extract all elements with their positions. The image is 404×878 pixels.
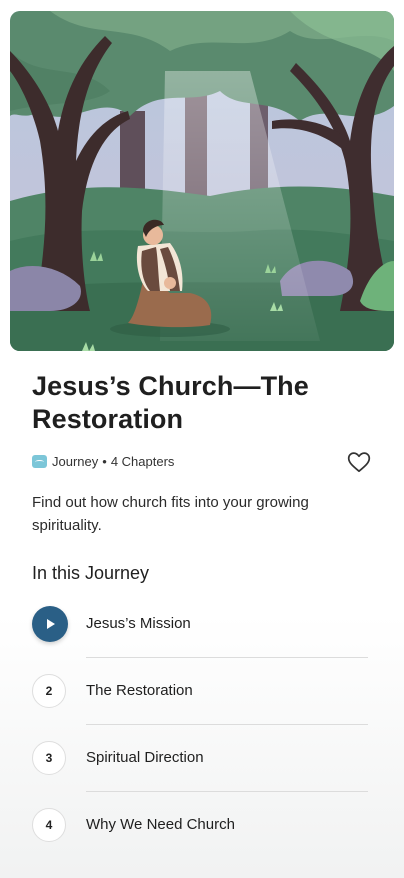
hero-illustration <box>10 11 394 351</box>
section-title: In this Journey <box>32 563 150 583</box>
chapter-count: 4 Chapters <box>110 453 175 469</box>
journey-type-label: Journey <box>52 453 99 469</box>
heart-outline-icon <box>347 452 371 473</box>
chapter-item-2[interactable]: 2 The Restoration <box>32 658 372 725</box>
chapter-number-badge: 4 <box>32 808 66 842</box>
journey-meta: Journey • 4 Chapters <box>32 452 174 470</box>
chapter-item-3[interactable]: 3 Spiritual Direction <box>32 725 372 792</box>
chapter-label: Why We Need Church <box>86 816 235 833</box>
meta-separator: • <box>102 453 107 469</box>
journey-description: Find out how church fits into your growi… <box>32 494 309 534</box>
chapter-item-4[interactable]: 4 Why We Need Church <box>32 792 372 859</box>
favorite-button[interactable] <box>346 449 372 475</box>
chapter-item-1[interactable]: Jesus’s Mission <box>32 591 372 658</box>
chapter-label: The Restoration <box>86 682 193 699</box>
play-icon <box>47 619 55 629</box>
chapter-number-badge: 2 <box>32 674 66 708</box>
hero-illustration-art <box>10 11 394 351</box>
chapter-label: Jesus’s Mission <box>86 615 191 632</box>
chapter-label: Spiritual Direction <box>86 749 204 766</box>
journey-icon <box>32 454 47 468</box>
journey-title: Jesus’s Church—The Restoration <box>32 371 309 434</box>
chapter-number-badge: 3 <box>32 741 66 775</box>
play-button[interactable] <box>32 606 68 642</box>
